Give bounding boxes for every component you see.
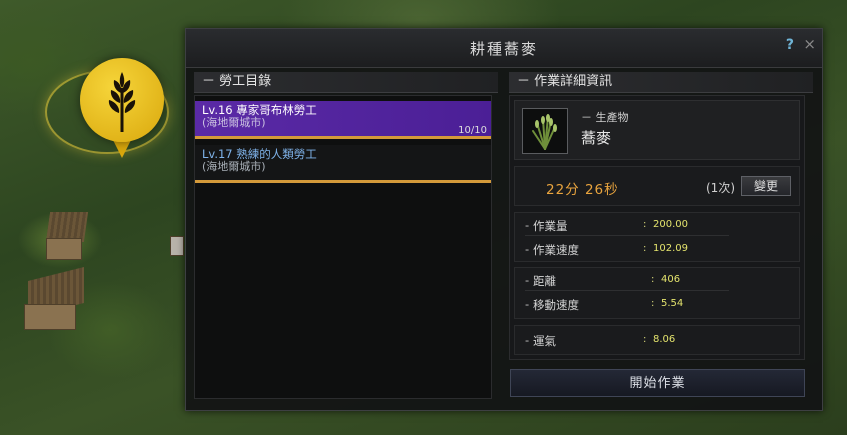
repeat-count: (1次)	[706, 181, 735, 195]
stat-colon: :	[643, 243, 647, 254]
stat-underline	[525, 235, 729, 236]
stat-row: - 作業量 : 200.00	[515, 213, 799, 237]
stat-row: - 運氣 : 8.06	[515, 328, 799, 352]
stat-dash: -	[525, 273, 530, 287]
stat-colon: :	[643, 334, 647, 345]
product-label: － 生產物	[581, 111, 629, 124]
worker-item-human[interactable]: Lv.17 熟練的人類勞工 (海地爾城市)	[195, 145, 491, 183]
stat-label: 作業速度	[533, 243, 579, 257]
work-dialog: 耕種蕎麥 ? × － 勞工目錄 Lv.16 專家哥布林勞工 (海地爾城市) 10…	[185, 28, 823, 411]
details-section-title: － 作業詳細資訊	[509, 72, 813, 93]
worker-list: Lv.16 專家哥布林勞工 (海地爾城市) 10/10 Lv.17 熟練的人類勞…	[194, 95, 492, 399]
worker-item-goblin[interactable]: Lv.16 專家哥布林勞工 (海地爾城市) 10/10	[195, 101, 491, 139]
stat-dash: -	[525, 333, 530, 347]
house-wall	[24, 304, 76, 330]
product-thumbnail	[522, 108, 568, 154]
help-button[interactable]: ?	[786, 37, 794, 53]
start-work-button[interactable]: 開始作業	[510, 369, 805, 397]
worker-stamina-bar	[195, 180, 491, 183]
stat-colon: :	[651, 298, 655, 309]
buckwheat-icon	[532, 114, 557, 150]
worker-stamina-count: 10/10	[458, 125, 487, 136]
product-name: 蕎麥	[581, 129, 612, 147]
close-button[interactable]: ×	[803, 35, 816, 53]
house-wall	[46, 238, 82, 260]
dialog-title: 耕種蕎麥	[186, 29, 822, 68]
stat-row: - 作業速度 : 102.09	[515, 237, 799, 261]
stat-underline	[525, 290, 729, 291]
stats-group-luck: - 運氣 : 8.06	[514, 325, 800, 355]
worker-town: (海地爾城市)	[202, 116, 266, 129]
stat-label: 移動速度	[533, 298, 579, 312]
details-panel: － 生產物 蕎麥 22分 26秒 (1次) 變更 - 作業量 : 200.00 …	[509, 95, 805, 360]
worker-town: (海地爾城市)	[202, 160, 266, 173]
house-wall	[170, 236, 184, 256]
stat-label: 距離	[533, 274, 556, 288]
stat-dash: -	[525, 297, 530, 311]
stat-label: 作業量	[533, 219, 568, 233]
stat-row: - 移動速度 : 5.54	[515, 292, 799, 316]
stat-value: 5.54	[661, 298, 684, 309]
stat-dash: -	[525, 218, 530, 232]
stat-value: 200.00	[653, 219, 688, 230]
workers-section-title: － 勞工目錄	[194, 72, 498, 93]
timer-box: 22分 26秒 (1次) 變更	[514, 166, 800, 206]
product-box: － 生產物 蕎麥	[514, 100, 800, 160]
stat-colon: :	[643, 219, 647, 230]
stat-row: - 距離 : 406	[515, 268, 799, 292]
work-timer: 22分 26秒	[546, 182, 619, 198]
stat-label: 運氣	[533, 334, 556, 348]
stat-dash: -	[525, 242, 530, 256]
worker-stamina-bar	[195, 136, 491, 139]
stats-group-work: - 作業量 : 200.00 - 作業速度 : 102.09	[514, 212, 800, 262]
change-button[interactable]: 變更	[741, 176, 791, 196]
stat-value: 8.06	[653, 334, 676, 345]
stat-colon: :	[651, 274, 655, 285]
stat-value: 406	[661, 274, 681, 285]
wheat-node-icon	[108, 72, 136, 132]
stat-value: 102.09	[653, 243, 688, 254]
stats-group-move: - 距離 : 406 - 移動速度 : 5.54	[514, 267, 800, 319]
